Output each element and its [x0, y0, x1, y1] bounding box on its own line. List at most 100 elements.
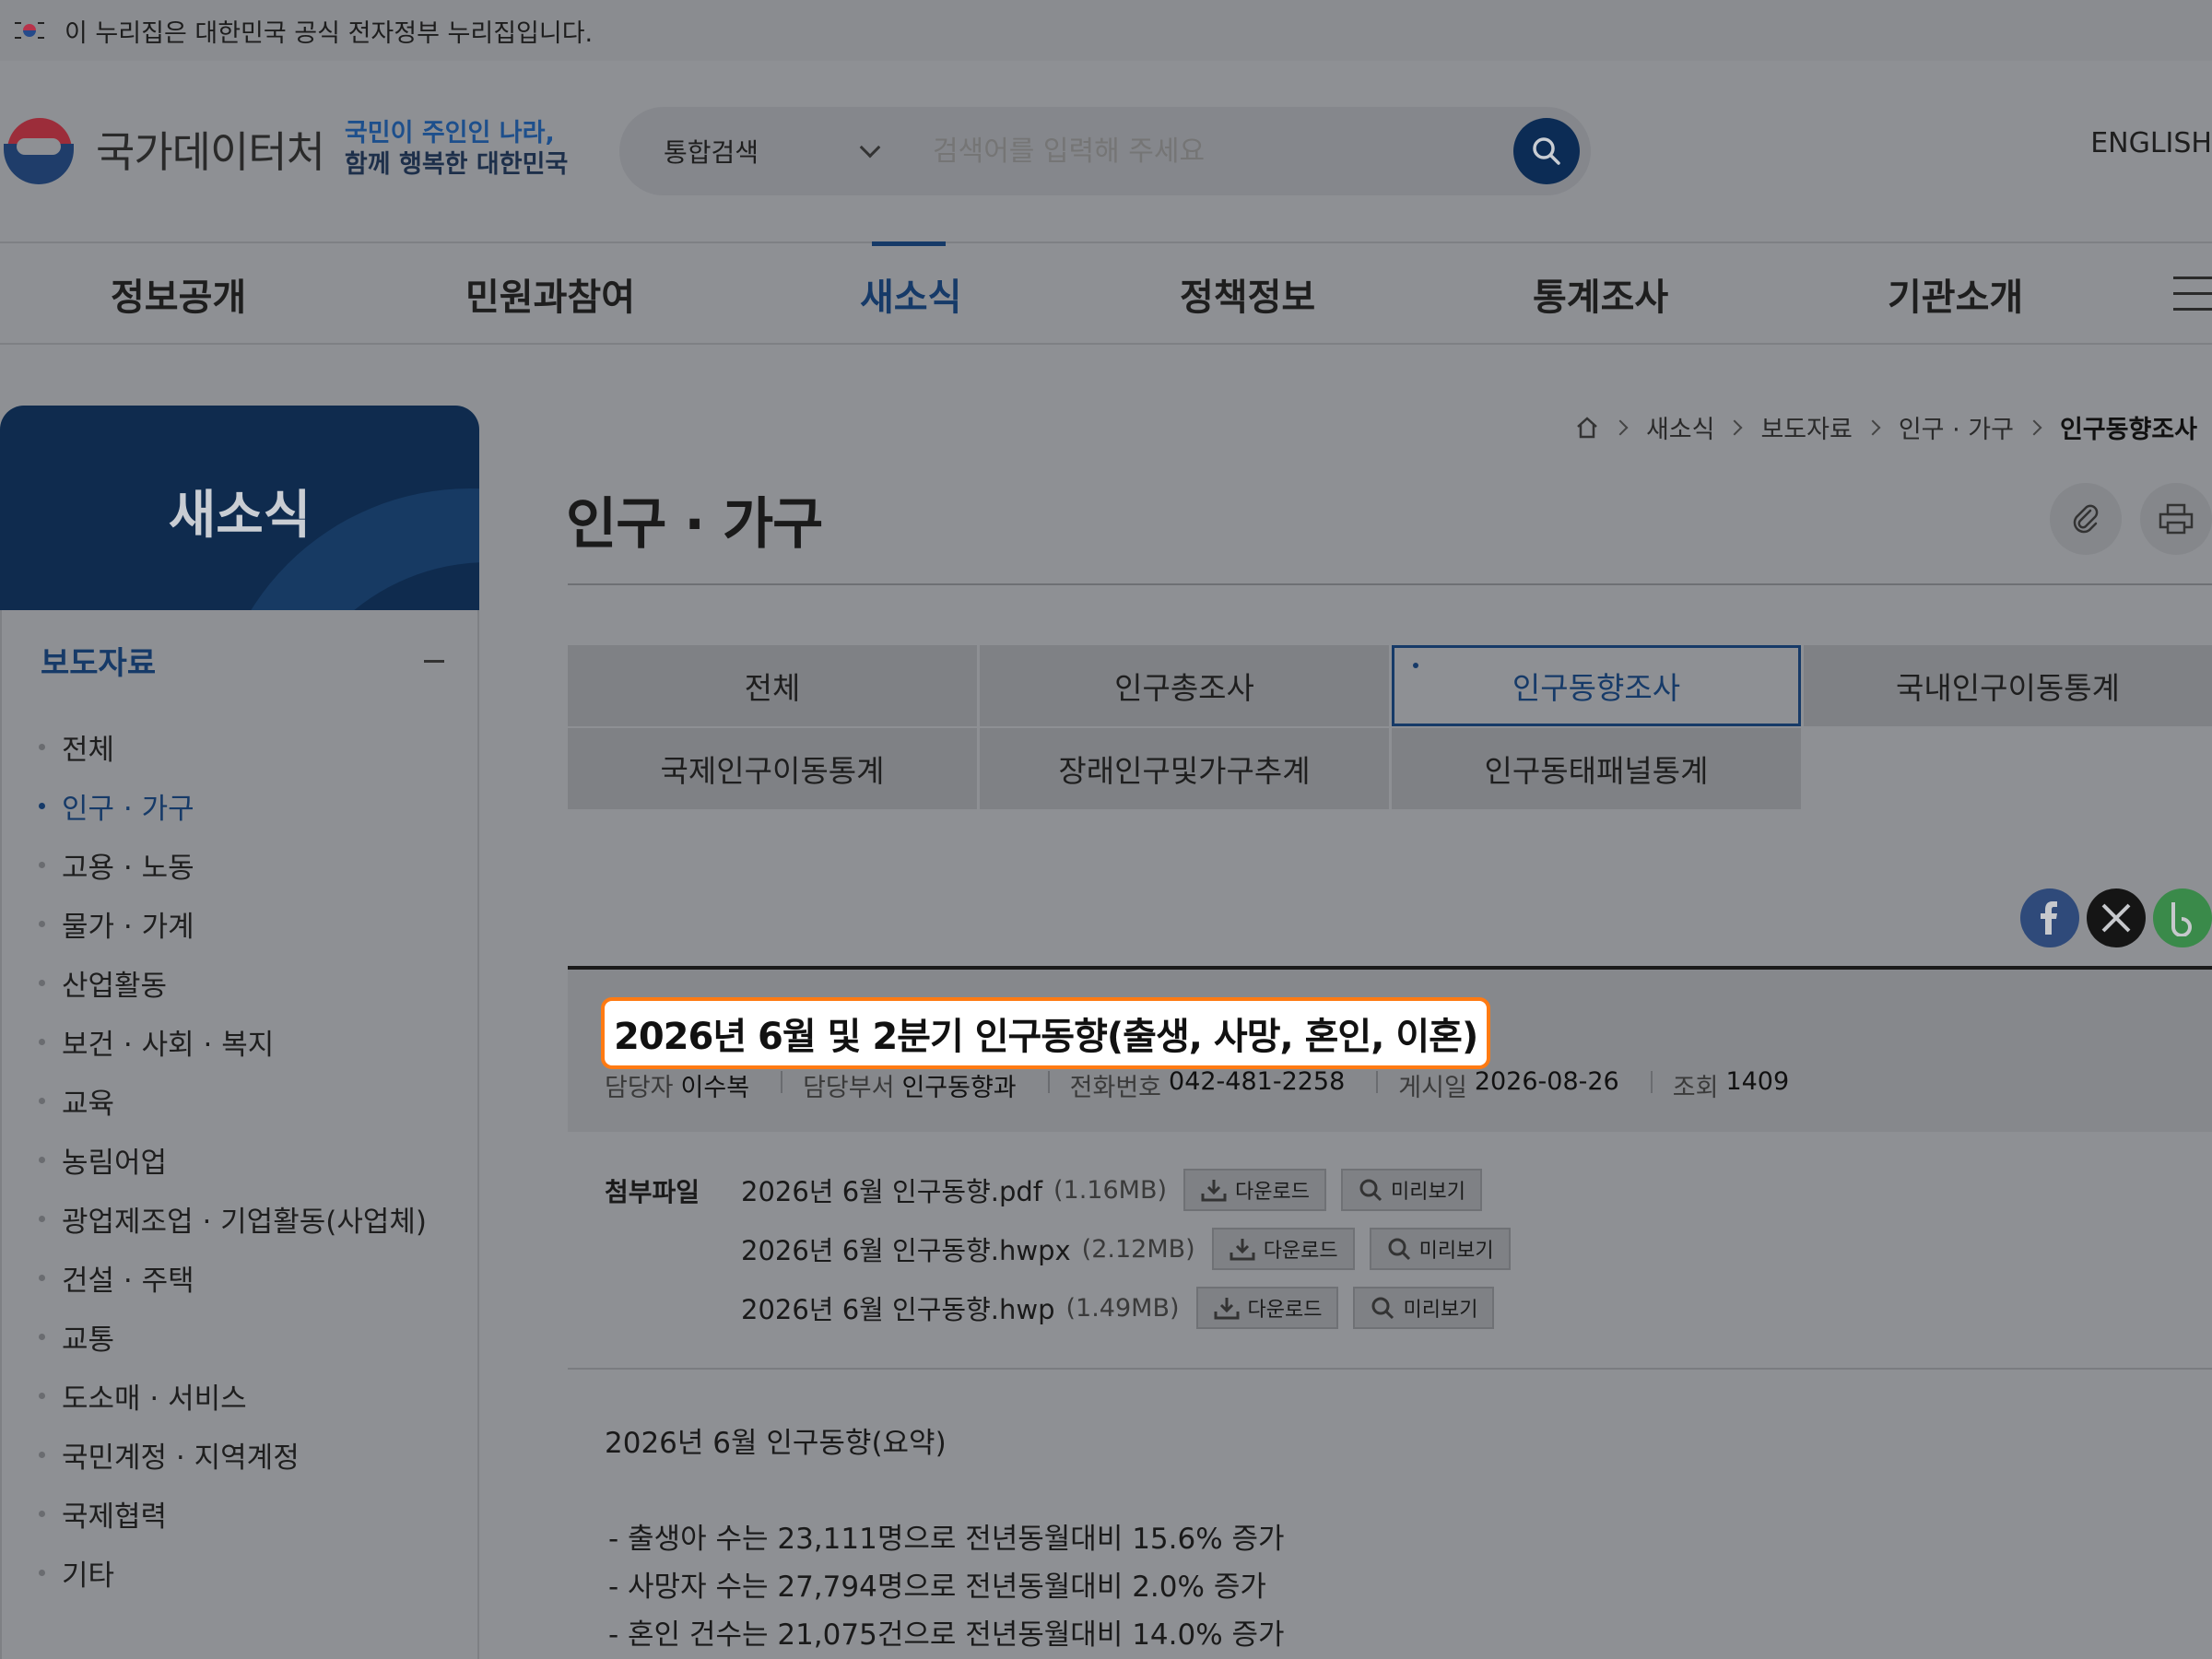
sidebar-item[interactable]: 건설 · 주택 [39, 1248, 427, 1307]
preview-label: 미리보기 [1403, 1299, 1478, 1322]
attachment-row: 2026년 6월 인구동향.hwpx (2.12MB) 다운로드 미리보기 [741, 1228, 1511, 1270]
site-logo[interactable]: 국가데이터처 국민이 주인인 나라, 함께 행복한 대한민국 [0, 111, 568, 188]
facebook-share-icon[interactable] [2020, 888, 2079, 947]
search-scope-label: 통합검색 [664, 137, 759, 168]
download-label: 다운로드 [1235, 1181, 1310, 1204]
menu-icon[interactable] [2173, 276, 2212, 313]
tab-panel[interactable]: 인구동태패널통계 [1392, 728, 1801, 809]
sidebar-item-active[interactable]: 인구 · 가구 [39, 776, 427, 835]
english-link[interactable]: ENGLISH [2090, 127, 2212, 159]
summary-line: - 출생아 수는 23,111명으로 전년동월대비 15.6% 증가 [608, 1523, 1285, 1556]
home-icon[interactable] [1574, 415, 1600, 441]
search-bar: 통합검색 [619, 107, 1591, 195]
tab-census[interactable]: 인구총조사 [980, 645, 1389, 726]
summary-line: - 사망자 수는 27,794명으로 전년동월대비 2.0% 증가 [608, 1571, 1266, 1604]
magnifier-icon [1371, 1297, 1394, 1320]
title-divider [568, 583, 2212, 585]
breadcrumb-separator [1612, 419, 1629, 435]
attachments-divider [568, 1368, 2212, 1370]
attachment-size: (1.49MB) [1065, 1293, 1180, 1323]
nav-item-civil[interactable]: 민원과참여 [465, 267, 635, 321]
tab-intl-migration[interactable]: 국제인구이동통계 [568, 728, 977, 809]
sidebar-section-press[interactable]: 보도자료 [41, 638, 156, 683]
chevron-down-icon [859, 136, 881, 159]
attachment-row: 2026년 6월 인구동향.pdf (1.16MB) 다운로드 미리보기 [741, 1169, 1482, 1211]
download-button[interactable]: 다운로드 [1195, 1287, 1339, 1329]
search-button[interactable] [1513, 118, 1580, 184]
download-icon [1214, 1298, 1240, 1320]
breadcrumb-item[interactable]: 인구 · 가구 [1899, 409, 2014, 445]
sidebar-item[interactable]: 고용 · 노동 [39, 835, 427, 894]
meta-divider [781, 1071, 783, 1093]
sidebar-item[interactable]: 보건 · 사회 · 복지 [39, 1012, 427, 1071]
logo-name: 국가데이터처 [96, 127, 325, 177]
tab-all[interactable]: 전체 [568, 645, 977, 726]
sidebar-item[interactable]: 기타 [39, 1543, 427, 1602]
nav-active-indicator [872, 241, 946, 246]
breadcrumb-separator [1726, 419, 1743, 435]
nav-item-stats[interactable]: 통계조사 [1533, 267, 1668, 321]
breadcrumb-item[interactable]: 보도자료 [1760, 409, 1852, 445]
sidebar-item[interactable]: 도소매 · 서비스 [39, 1366, 427, 1425]
taegeuk-logo-icon [0, 111, 77, 188]
article-meta: 담당자 이수복 담당부서 인구동향과 전화번호 042-481-2258 게시일… [605, 1067, 1820, 1103]
breadcrumb-item[interactable]: 새소식 [1646, 409, 1715, 445]
sidebar-item[interactable]: 전체 [39, 717, 427, 776]
meta-views-label: 조회 [1672, 1074, 1719, 1102]
sidebar-item[interactable]: 농림어업 [39, 1130, 427, 1189]
sidebar-item[interactable]: 국민계정 · 지역계정 [39, 1425, 427, 1484]
search-scope-select[interactable]: 통합검색 [619, 133, 905, 170]
header: 국가데이터처 국민이 주인인 나라, 함께 행복한 대한민국 통합검색 ENGL… [0, 61, 2212, 241]
tab-active-dot [1413, 663, 1418, 668]
meta-phone-label: 전화번호 [1069, 1074, 1162, 1102]
sidebar-item[interactable]: 교육 [39, 1071, 427, 1130]
gov-banner-text: 이 누리집은 대한민국 공식 전자정부 누리집입니다. [65, 18, 594, 48]
band-share-icon[interactable] [2153, 888, 2212, 947]
main-nav: 정보공개 민원과참여 새소식 정책정보 통계조사 기관소개 [0, 241, 2212, 345]
nav-item-about[interactable]: 기관소개 [1888, 267, 2023, 321]
tab-population-trend[interactable]: 인구동향조사 [1392, 645, 1801, 726]
korea-flag-icon [13, 19, 46, 41]
page-title: 인구 · 가구 [566, 492, 823, 557]
collapse-icon[interactable] [424, 660, 444, 663]
magnifier-icon [1359, 1179, 1382, 1202]
download-button[interactable]: 다운로드 [1183, 1169, 1326, 1211]
preview-label: 미리보기 [1391, 1181, 1465, 1204]
sidebar-item[interactable]: 교통 [39, 1307, 427, 1366]
attachments-label: 첨부파일 [605, 1177, 700, 1207]
nav-item-policy[interactable]: 정책정보 [1180, 267, 1315, 321]
attachment-name: 2026년 6월 인구동향.pdf [741, 1176, 1043, 1207]
preview-button[interactable]: 미리보기 [1353, 1287, 1495, 1329]
attachment-name: 2026년 6월 인구동향.hwp [741, 1294, 1055, 1325]
tab-domestic-migration[interactable]: 국내인구이동통계 [1804, 645, 2212, 726]
print-button[interactable] [2140, 483, 2212, 555]
meta-dept-label: 담당부서 [803, 1074, 895, 1102]
download-icon [1230, 1239, 1255, 1261]
attachment-name: 2026년 6월 인구동향.hwpx [741, 1235, 1071, 1266]
x-share-icon[interactable] [2087, 888, 2146, 947]
gov-banner: 이 누리집은 대한민국 공식 전자정부 누리집입니다. [0, 0, 2212, 61]
tab-label: 인구동향조사 [1512, 670, 1681, 706]
preview-button[interactable]: 미리보기 [1369, 1228, 1511, 1270]
nav-item-info[interactable]: 정보공개 [111, 267, 246, 321]
sidebar-item[interactable]: 광업제조업 · 기업활동(사업체) [39, 1189, 427, 1248]
meta-phone: 042-481-2258 [1169, 1067, 1346, 1096]
meta-divider [1376, 1071, 1379, 1093]
tab-projection[interactable]: 장래인구및가구추계 [980, 728, 1389, 809]
attachment-button[interactable] [2050, 483, 2122, 555]
slogan-line-1: 국민이 주인인 나라, [344, 119, 555, 147]
breadcrumb-separator [1865, 419, 1881, 435]
nav-item-news[interactable]: 새소식 [860, 267, 961, 321]
download-button[interactable]: 다운로드 [1211, 1228, 1355, 1270]
attachment-row: 2026년 6월 인구동향.hwp (1.49MB) 다운로드 미리보기 [741, 1287, 1495, 1329]
search-input[interactable] [905, 135, 1513, 168]
summary-line: - 혼인 건수는 21,075건으로 전년동월대비 14.0% 증가 [608, 1618, 1285, 1652]
sidebar-item[interactable]: 산업활동 [39, 953, 427, 1012]
sidebar-item[interactable]: 물가 · 가계 [39, 894, 427, 953]
download-label: 다운로드 [1247, 1299, 1323, 1322]
attachment-size: (2.12MB) [1081, 1234, 1195, 1264]
preview-button[interactable]: 미리보기 [1341, 1169, 1482, 1211]
meta-divider [1650, 1071, 1653, 1093]
sidebar-item[interactable]: 국제협력 [39, 1484, 427, 1543]
preview-label: 미리보기 [1418, 1240, 1494, 1263]
